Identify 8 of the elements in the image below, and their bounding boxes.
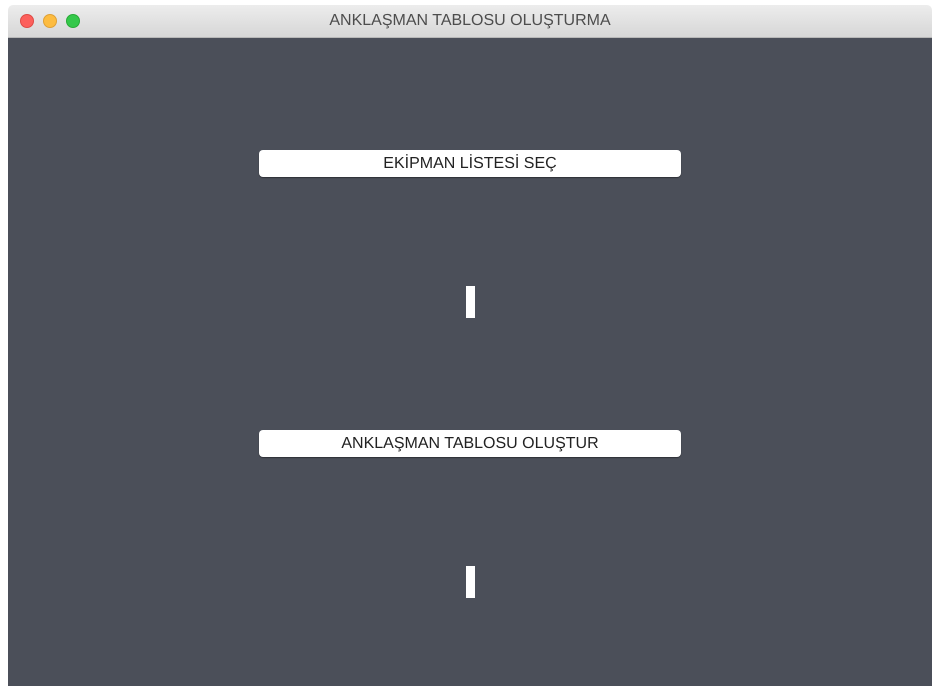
window-title: ANKLAŞMAN TABLOSU OLUŞTURMA — [329, 11, 611, 31]
empty-label — [466, 566, 474, 598]
action-button[interactable]: ANKLAŞMAN TABLOSU OLUŞTUR — [259, 430, 681, 457]
minimize-icon[interactable] — [43, 14, 57, 28]
empty-label — [466, 286, 474, 318]
close-icon[interactable] — [20, 14, 34, 28]
action-button[interactable]: EKİPMAN LİSTESİ SEÇ — [259, 150, 681, 177]
maximize-icon[interactable] — [66, 14, 80, 28]
